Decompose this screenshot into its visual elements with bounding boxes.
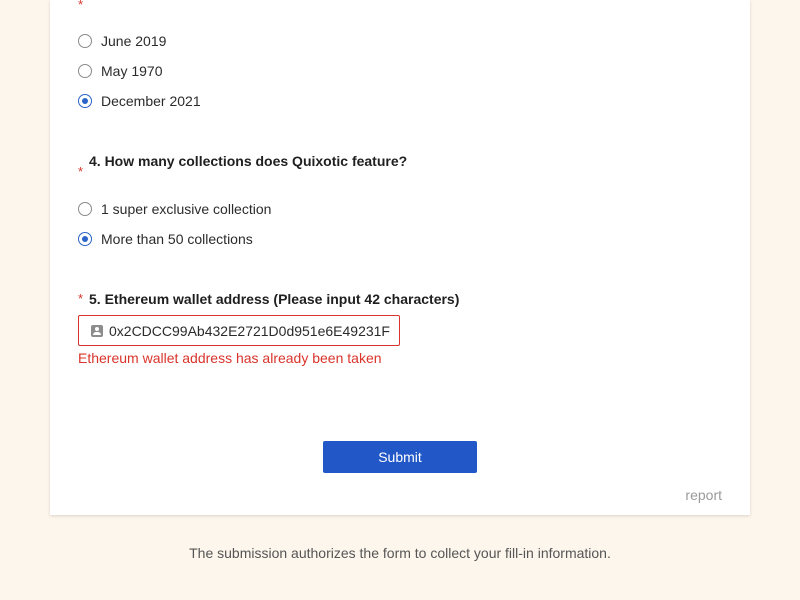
user-card-icon xyxy=(91,324,103,337)
wallet-address-field[interactable] xyxy=(78,315,400,346)
q4-option-label: 1 super exclusive collection xyxy=(101,201,272,217)
wallet-address-input[interactable] xyxy=(109,322,399,339)
radio-button[interactable] xyxy=(78,202,92,216)
footer-disclaimer: The submission authorizes the form to co… xyxy=(189,545,611,561)
q4-option-more-than-50[interactable]: More than 50 collections xyxy=(78,229,253,249)
radio-button-selected[interactable] xyxy=(78,232,92,246)
q4-required-mark: * xyxy=(78,164,84,179)
submit-button[interactable]: Submit xyxy=(323,441,477,473)
q4-option-label: More than 50 collections xyxy=(101,231,253,247)
q5-required-mark: * xyxy=(78,291,84,306)
q3-option-june-2019[interactable]: June 2019 xyxy=(78,31,166,51)
q3-option-may-1970[interactable]: May 1970 xyxy=(78,61,162,81)
radio-button-selected[interactable] xyxy=(78,94,92,108)
report-link[interactable]: report xyxy=(685,487,722,503)
radio-button[interactable] xyxy=(78,34,92,48)
q3-option-label: December 2021 xyxy=(101,93,201,109)
q3-required-mark: * xyxy=(78,0,84,12)
q3-option-december-2021[interactable]: December 2021 xyxy=(78,91,201,111)
radio-button[interactable] xyxy=(78,64,92,78)
q4-title: 4. How many collections does Quixotic fe… xyxy=(89,153,408,169)
q4-option-1-collection[interactable]: 1 super exclusive collection xyxy=(78,199,271,219)
q5-title: 5. Ethereum wallet address (Please input… xyxy=(89,291,460,307)
q3-option-label: May 1970 xyxy=(101,63,163,79)
wallet-address-error: Ethereum wallet address has already been… xyxy=(78,350,382,366)
form-card: * June 2019 May 1970 December 2021 4. Ho… xyxy=(50,0,750,515)
q3-option-label: June 2019 xyxy=(101,33,167,49)
